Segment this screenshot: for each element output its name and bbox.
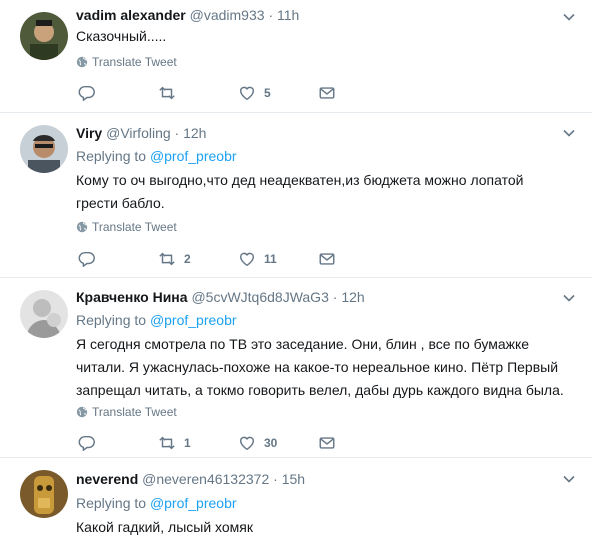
- translate-tweet-link[interactable]: Translate Tweet: [76, 219, 177, 235]
- translate-tweet-link[interactable]: Translate Tweet: [76, 54, 177, 70]
- like-count: 30: [264, 436, 278, 450]
- like-button[interactable]: 5: [238, 84, 271, 102]
- avatar[interactable]: [20, 470, 68, 518]
- tweet[interactable]: Viry @Virfoling · 12h Replying to @prof_…: [0, 113, 592, 278]
- user-handle[interactable]: @5cvWJtq6d8JWaG3: [191, 289, 328, 305]
- separator-dot: ·: [273, 471, 278, 487]
- tweet-header: neverend @neveren46132372 · 15h: [76, 470, 305, 488]
- chevron-down-icon[interactable]: [562, 126, 576, 140]
- heart-icon: [238, 250, 256, 268]
- avatar[interactable]: [20, 12, 68, 60]
- translate-label: Translate Tweet: [92, 405, 177, 419]
- translate-label: Translate Tweet: [92, 55, 177, 69]
- like-count: 5: [264, 86, 271, 100]
- tweet-header: Кравченко Нина @5cvWJtq6d8JWaG3 · 12h: [76, 288, 365, 306]
- tweet-text: Сказочный.....: [76, 25, 576, 48]
- retweet-icon: [158, 250, 176, 268]
- globe-icon: [76, 221, 88, 233]
- translate-label: Translate Tweet: [92, 220, 177, 234]
- separator-dot: ·: [174, 125, 180, 141]
- tweet-text: Кому то оч выгодно,что дед неадекватен,и…: [76, 169, 576, 215]
- avatar[interactable]: [20, 290, 68, 338]
- replying-to: Replying to @prof_preobr: [76, 311, 237, 329]
- like-button[interactable]: 11: [238, 250, 277, 268]
- replying-to: Replying to @prof_preobr: [76, 147, 237, 165]
- retweet-button[interactable]: 2: [158, 250, 191, 268]
- tweet-text: Какой гадкий, лысый хомяк: [76, 516, 576, 539]
- avatar[interactable]: [20, 125, 68, 173]
- reply-button[interactable]: [78, 434, 104, 452]
- retweet-icon: [158, 434, 176, 452]
- tweet[interactable]: neverend @neveren46132372 · 15h Replying…: [0, 458, 592, 547]
- like-button[interactable]: 30: [238, 434, 277, 452]
- retweet-count: 2: [184, 252, 191, 266]
- tweet-header: Viry @Virfoling · 12h: [76, 124, 206, 142]
- tweet-actions: 2 11: [78, 250, 358, 270]
- tweet-actions: 1 30: [78, 434, 358, 454]
- timestamp[interactable]: 12h: [341, 289, 364, 305]
- reply-button[interactable]: [78, 250, 104, 268]
- tweet-text-line: Кому то оч выгодно,что дед неадекватен,и…: [76, 172, 524, 188]
- user-handle[interactable]: @neveren46132372: [142, 471, 269, 487]
- replying-handle-link[interactable]: @prof_preobr: [150, 148, 237, 164]
- tweet-text-line: Сказочный.....: [76, 28, 167, 44]
- replying-label: Replying to: [76, 312, 147, 328]
- heart-icon: [238, 84, 256, 102]
- tweet-text: Я сегодня смотрела по ТВ это заседание. …: [76, 333, 576, 402]
- replying-to: Replying to @prof_preobr: [76, 494, 237, 512]
- separator-dot: ·: [332, 289, 338, 305]
- direct-message-button[interactable]: [318, 434, 336, 452]
- separator-dot: ·: [268, 7, 274, 23]
- like-count: 11: [264, 252, 277, 266]
- tweet-text-line: читали. Я ужаснулась-похоже на какое-то …: [76, 359, 559, 375]
- replying-handle-link[interactable]: @prof_preobr: [150, 312, 237, 328]
- retweet-button[interactable]: [158, 84, 184, 102]
- envelope-icon: [318, 250, 336, 268]
- envelope-icon: [318, 434, 336, 452]
- timestamp[interactable]: 11h: [277, 7, 299, 23]
- retweet-count: 1: [184, 436, 191, 450]
- tweet-header: vadim alexander @vadim933 · 11h: [76, 6, 299, 24]
- replying-label: Replying to: [76, 495, 147, 511]
- replying-label: Replying to: [76, 148, 147, 164]
- tweet[interactable]: vadim alexander @vadim933 · 11h Сказочны…: [0, 0, 592, 113]
- display-name[interactable]: Viry: [76, 125, 102, 141]
- reply-button[interactable]: [78, 84, 104, 102]
- reply-icon: [78, 434, 96, 452]
- tweet-text-line: грести бабло.: [76, 195, 165, 211]
- tweet-actions: 5: [78, 84, 358, 104]
- globe-icon: [76, 56, 88, 68]
- user-handle[interactable]: @Virfoling: [106, 125, 171, 141]
- translate-tweet-link[interactable]: Translate Tweet: [76, 404, 177, 420]
- timestamp[interactable]: 15h: [282, 471, 305, 487]
- tweet-text-line: Какой гадкий, лысый хомяк: [76, 519, 253, 535]
- timestamp[interactable]: 12h: [183, 125, 206, 141]
- display-name[interactable]: Кравченко Нина: [76, 289, 188, 305]
- direct-message-button[interactable]: [318, 84, 336, 102]
- envelope-icon: [318, 84, 336, 102]
- retweet-icon: [158, 84, 176, 102]
- reply-icon: [78, 84, 96, 102]
- retweet-button[interactable]: 1: [158, 434, 191, 452]
- tweet[interactable]: Кравченко Нина @5cvWJtq6d8JWaG3 · 12h Re…: [0, 278, 592, 458]
- direct-message-button[interactable]: [318, 250, 336, 268]
- chevron-down-icon[interactable]: [562, 10, 576, 24]
- tweet-text-line: Я сегодня смотрела по ТВ это заседание. …: [76, 336, 530, 352]
- heart-icon: [238, 434, 256, 452]
- chevron-down-icon[interactable]: [562, 291, 576, 305]
- tweet-text-line: запрещал читать, а токмо говорить велел,…: [76, 382, 564, 398]
- display-name[interactable]: vadim alexander: [76, 7, 186, 23]
- replying-handle-link[interactable]: @prof_preobr: [150, 495, 237, 511]
- user-handle[interactable]: @vadim933: [190, 7, 265, 23]
- reply-icon: [78, 250, 96, 268]
- globe-icon: [76, 406, 88, 418]
- chevron-down-icon[interactable]: [562, 472, 576, 486]
- display-name[interactable]: neverend: [76, 471, 138, 487]
